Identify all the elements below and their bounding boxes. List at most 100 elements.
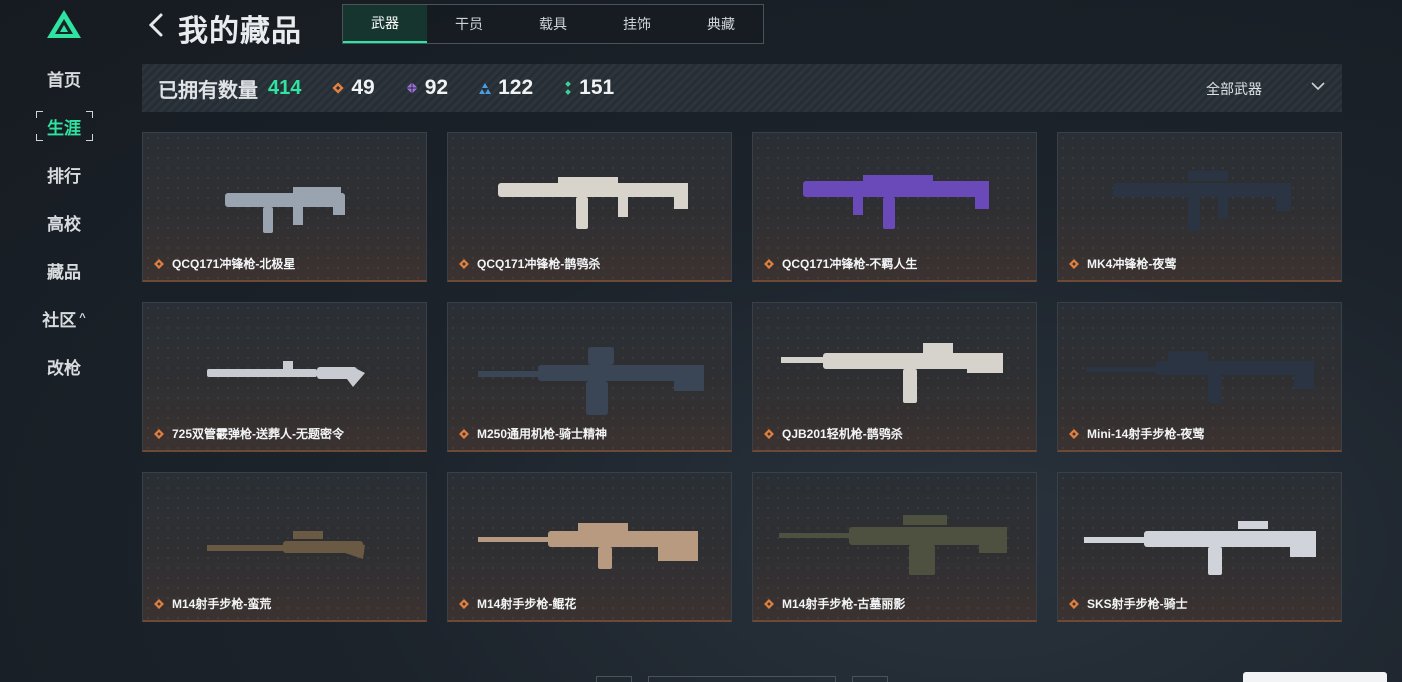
sidebar-item-collection[interactable]: 藏品: [0, 254, 128, 286]
weapon-card[interactable]: Mini-14射手步枪-夜莺: [1057, 302, 1342, 452]
tier-stat-orange: 49: [331, 76, 375, 100]
tab-operators[interactable]: 干员: [427, 5, 511, 43]
weapon-name: SKS射手步枪-骑士: [1068, 595, 1188, 612]
weapon-card[interactable]: 725双管霰弹枪-送葬人-无题密令: [142, 302, 427, 452]
chevron-down-icon[interactable]: [1310, 78, 1326, 94]
tier-count: 49: [351, 76, 375, 99]
green-dots-icon: [565, 81, 571, 95]
weapon-image: [478, 523, 698, 569]
weapon-image: [207, 361, 365, 387]
weapon-name-label: SKS射手步枪-骑士: [1087, 597, 1188, 611]
weapon-image: [803, 175, 989, 229]
weapon-name: M14射手步枪-古墓丽影: [763, 595, 905, 612]
pagination-page-input[interactable]: [648, 676, 836, 682]
weapon-name: M250通用机枪-骑士精神: [458, 425, 607, 442]
weapon-card[interactable]: QJB201轻机枪-鹊鸮杀: [752, 302, 1037, 452]
weapon-image: [207, 531, 365, 559]
weapon-image: [498, 177, 688, 229]
weapon-name: QJB201轻机枪-鹊鸮杀: [763, 425, 903, 442]
weapon-card[interactable]: SKS射手步枪-骑士: [1057, 472, 1342, 622]
sidebar-item-label: 社区: [42, 310, 77, 330]
weapon-name: QCQ171冲锋枪-鹊鸮杀: [458, 255, 600, 272]
rarity-diamond-icon: [154, 258, 164, 269]
weapon-name: 725双管霰弹枪-送葬人-无题密令: [153, 425, 344, 442]
weapon-name-label: M250通用机枪-骑士精神: [477, 427, 608, 441]
blue-triangle-icon: [479, 83, 492, 94]
rarity-diamond-icon: [764, 598, 774, 609]
tab-charms[interactable]: 挂饰: [595, 5, 679, 43]
category-tabs: 武器 干员 载具 挂饰 典藏: [342, 4, 764, 44]
pagination-next-button[interactable]: [852, 676, 888, 682]
sidebar-item-label: 生涯: [47, 118, 81, 138]
weapon-name: QCQ171冲锋枪-不羁人生: [763, 255, 917, 272]
sidebar-item-home[interactable]: 首页: [0, 62, 128, 94]
chevron-up-icon: ^: [79, 312, 86, 324]
weapon-image: [1086, 351, 1314, 403]
sidebar-item-community[interactable]: 社区 ^: [0, 302, 128, 334]
weapon-image: [478, 347, 704, 415]
weapon-card[interactable]: QCQ171冲锋枪-鹊鸮杀: [447, 132, 732, 282]
rarity-diamond-icon: [764, 428, 774, 439]
rarity-diamond-icon: [1069, 598, 1079, 609]
tab-vehicles[interactable]: 载具: [511, 5, 595, 43]
sidebar-item-ranking[interactable]: 排行: [0, 158, 128, 190]
weapon-name-label: Mini-14射手步枪-夜莺: [1087, 427, 1205, 441]
orange-diamond-icon: [332, 82, 345, 94]
weapon-name-label: M14射手步枪-蛮荒: [172, 597, 272, 611]
tab-classics[interactable]: 典藏: [679, 5, 763, 43]
weapon-card[interactable]: QCQ171冲锋枪-不羁人生: [752, 132, 1037, 282]
back-arrow-icon[interactable]: [146, 12, 166, 38]
sidebar-item-career[interactable]: 生涯: [0, 110, 128, 142]
weapon-filter-select[interactable]: 全部武器: [1206, 79, 1262, 99]
weapon-name-label: M14射手步枪-鲲花: [477, 597, 577, 611]
sidebar: 首页 生涯 排行 高校 藏品 社区 ^ 改枪: [0, 0, 128, 682]
weapon-name-label: QJB201轻机枪-鹊鸮杀: [782, 427, 903, 441]
weapon-name-label: QCQ171冲锋枪-鹊鸮杀: [477, 257, 601, 271]
rarity-diamond-icon: [1069, 258, 1079, 269]
rarity-diamond-icon: [154, 598, 164, 609]
pagination-prev-button[interactable]: [596, 676, 632, 682]
weapon-image: [1084, 521, 1316, 575]
tier-count: 92: [424, 76, 449, 99]
rarity-diamond-icon: [764, 258, 774, 269]
app-logo-icon[interactable]: [46, 9, 82, 39]
weapon-card[interactable]: MK4冲锋枪-夜莺: [1057, 132, 1342, 282]
weapon-name: Mini-14射手步枪-夜莺: [1068, 425, 1204, 442]
sidebar-item-label: 藏品: [47, 262, 81, 282]
sidebar-item-label: 首页: [47, 70, 81, 90]
rarity-diamond-icon: [459, 598, 469, 609]
weapon-name-label: M14射手步枪-古墓丽影: [782, 597, 906, 611]
page-title: 我的藏品: [178, 15, 302, 48]
weapon-name: M14射手步枪-鲲花: [458, 595, 576, 612]
tier-count: 151: [579, 76, 615, 99]
weapon-card[interactable]: M14射手步枪-古墓丽影: [752, 472, 1037, 622]
rarity-diamond-icon: [459, 428, 469, 439]
weapon-name: MK4冲锋枪-夜莺: [1068, 255, 1176, 272]
weapon-name-label: QCQ171冲锋枪-北极星: [172, 257, 296, 271]
stats-bar: 已拥有数量 414 49 92 122 151 全部武器: [142, 64, 1342, 112]
weapon-card[interactable]: M14射手步枪-鲲花: [447, 472, 732, 622]
tier-stat-green: 151: [563, 76, 614, 100]
rarity-diamond-icon: [154, 428, 164, 439]
sidebar-item-label: 改枪: [47, 358, 81, 378]
owned-count-label: 已拥有数量: [158, 79, 258, 102]
weapon-card[interactable]: M250通用机枪-骑士精神: [447, 302, 732, 452]
weapon-image: [779, 515, 1007, 575]
weapon-image: [1113, 171, 1291, 231]
sidebar-item-gunsmith[interactable]: 改枪: [0, 350, 128, 382]
weapon-image: [781, 343, 1003, 403]
tab-weapons[interactable]: 武器: [343, 5, 427, 43]
owned-count-value: 414: [268, 76, 302, 99]
tier-stat-purple: 92: [405, 76, 448, 100]
weapon-card[interactable]: QCQ171冲锋枪-北极星: [142, 132, 427, 282]
weapon-grid: QCQ171冲锋枪-北极星 QCQ171冲锋枪-鹊鸮杀 QCQ171冲锋枪-不羁…: [142, 132, 1342, 622]
weapon-card[interactable]: M14射手步枪-蛮荒: [142, 472, 427, 622]
weapon-name: M14射手步枪-蛮荒: [153, 595, 271, 612]
sidebar-item-label: 排行: [47, 166, 81, 186]
sidebar-item-college[interactable]: 高校: [0, 206, 128, 238]
rarity-diamond-icon: [459, 258, 469, 269]
weapon-image: [225, 187, 345, 233]
tier-stat-blue: 122: [478, 76, 533, 100]
weapon-name-label: MK4冲锋枪-夜莺: [1087, 257, 1177, 271]
floating-panel[interactable]: [1243, 672, 1387, 682]
